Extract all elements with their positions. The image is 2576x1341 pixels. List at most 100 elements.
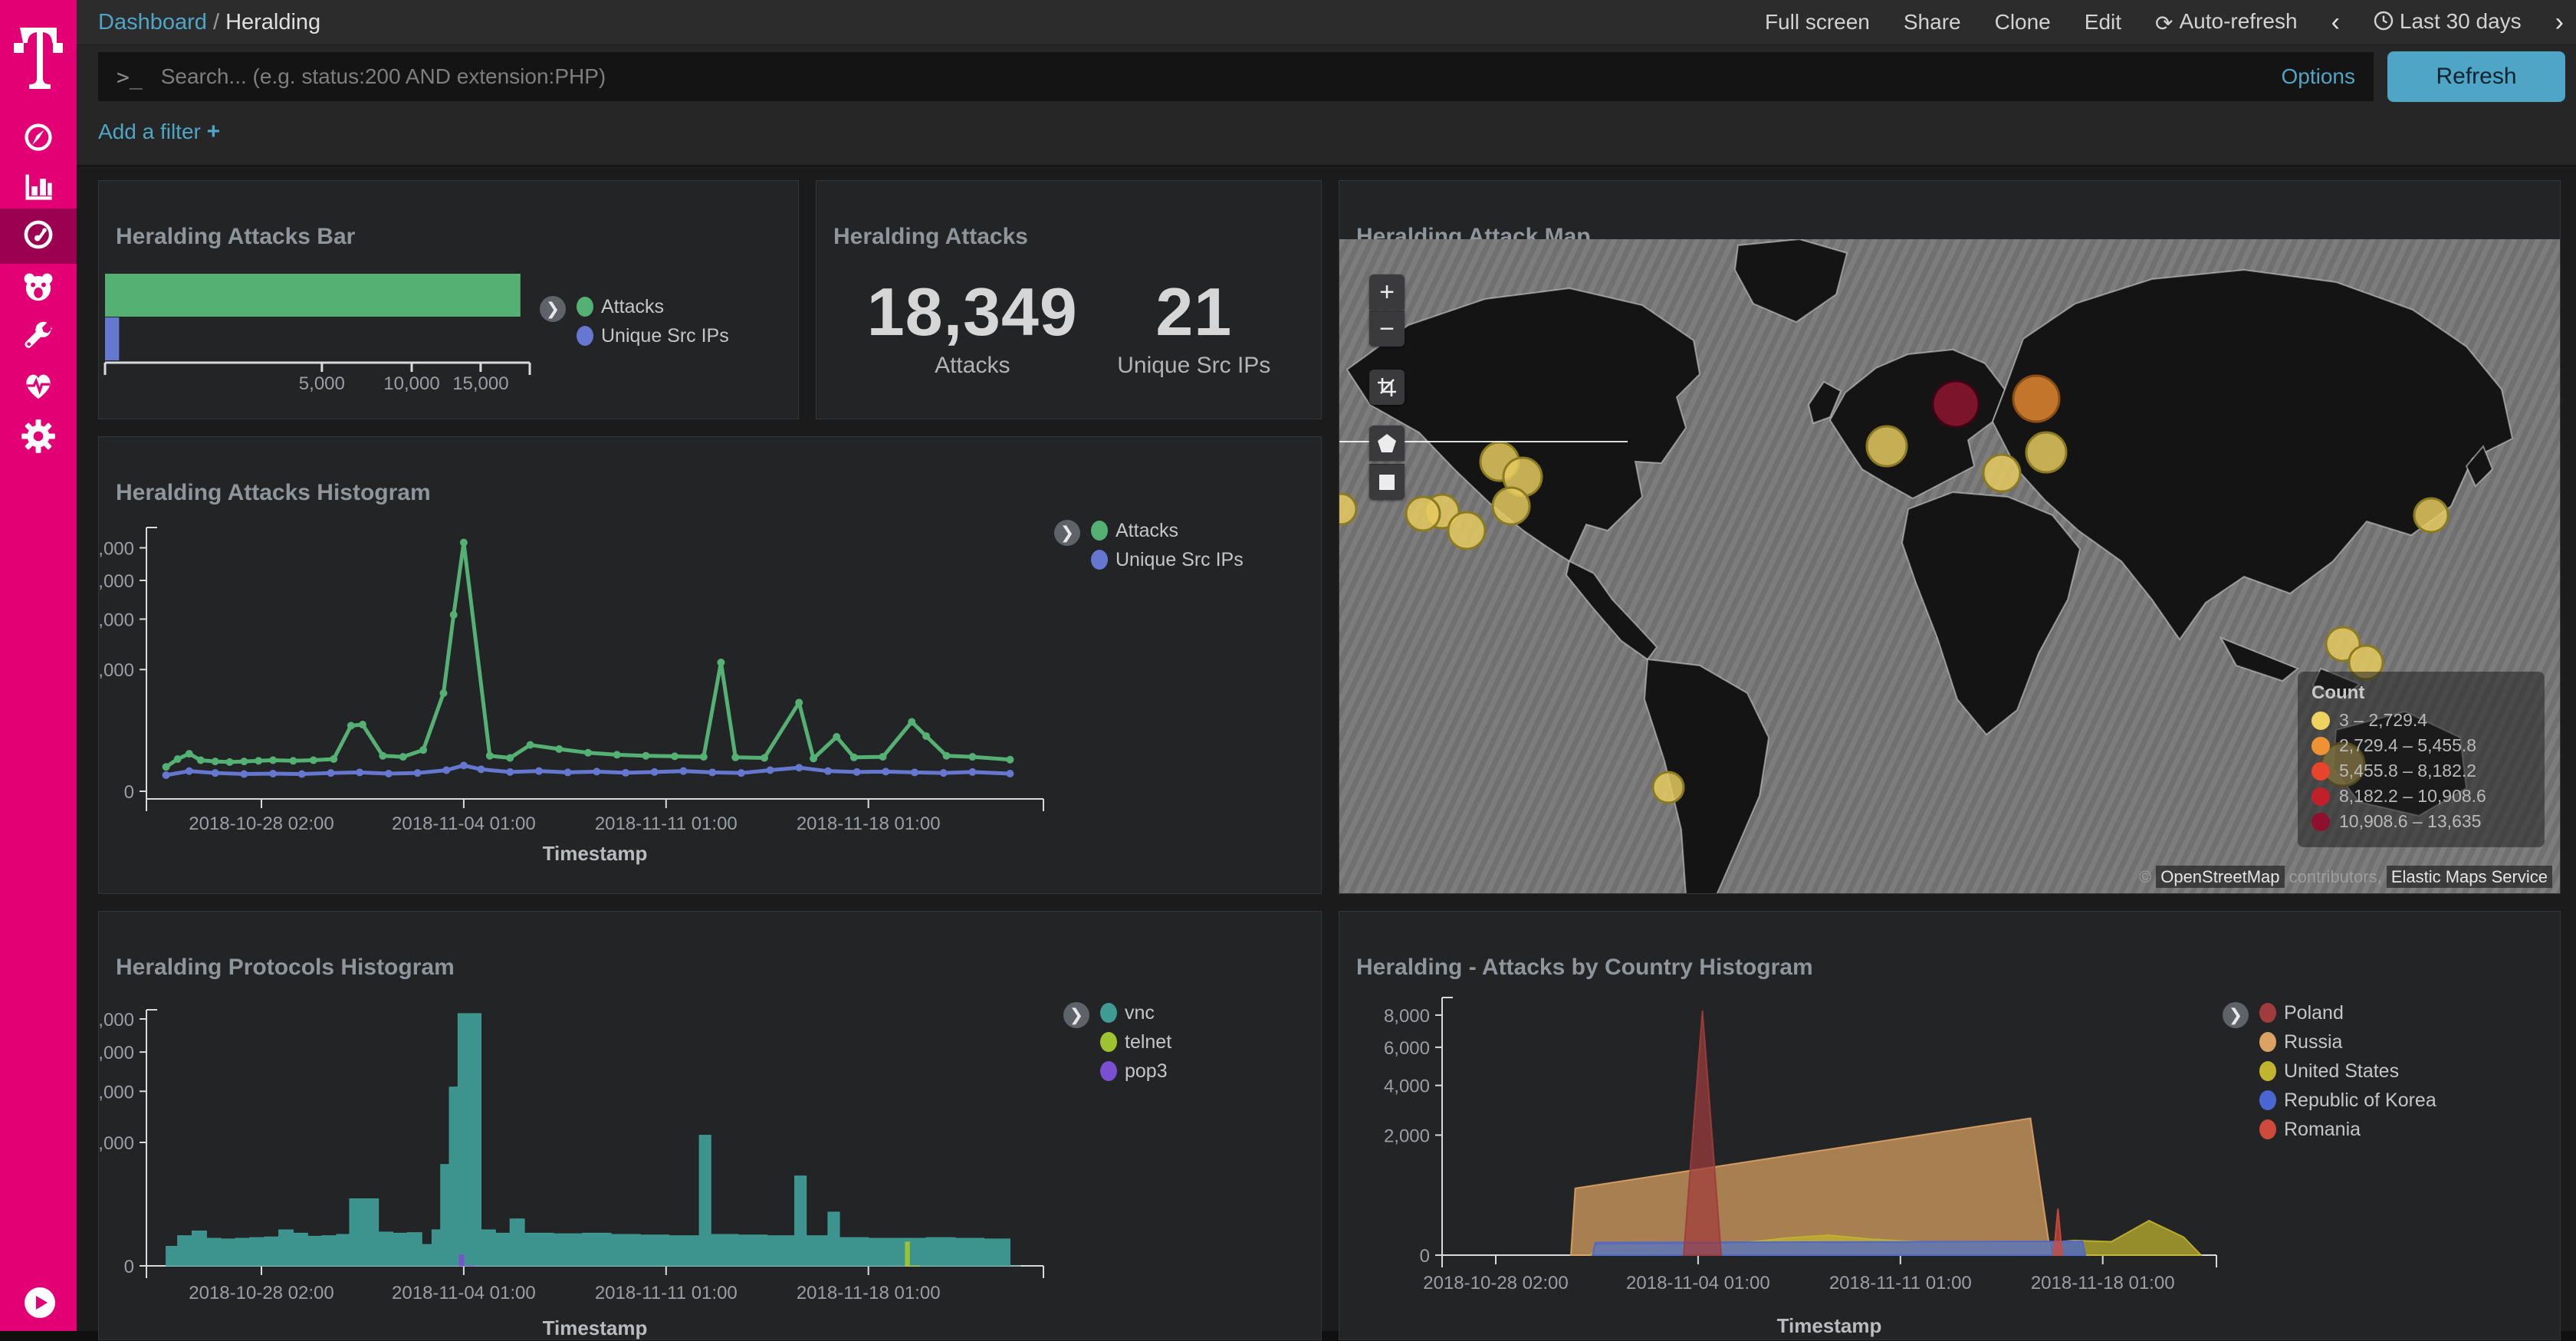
attack-location-circle[interactable] [2026, 432, 2066, 472]
search-input[interactable] [159, 64, 2268, 90]
legend-item[interactable]: Poland [2259, 1002, 2436, 1024]
gear-icon [21, 419, 56, 458]
svg-text:10,000: 10,000 [383, 373, 439, 394]
time-range-picker[interactable]: Last 30 days [2374, 9, 2522, 36]
polygon-icon [1377, 433, 1397, 453]
add-filter-link[interactable]: Add a filter + [98, 120, 220, 143]
legend-item[interactable]: pop3 [1100, 1060, 1171, 1082]
breadcrumb-dashboard-link[interactable]: Dashboard [98, 10, 207, 35]
svg-text:6,000: 6,000 [99, 1043, 134, 1063]
panel-title: Heralding Attacks Histogram [116, 480, 431, 506]
svg-text:4,000: 4,000 [99, 610, 134, 630]
legend-label: Republic of Korea [2284, 1090, 2436, 1112]
query-prompt-icon: >_ [117, 64, 143, 90]
panel-title: Heralding Protocols Histogram [116, 955, 455, 981]
bear-icon [21, 270, 56, 309]
sidebar-item-dashboard[interactable] [0, 209, 77, 264]
time-back-chevron[interactable]: ‹ [2331, 8, 2340, 38]
crop-icon [1377, 377, 1397, 397]
panel-attacks-metric: Heralding Attacks 18,349 Attacks 21 Uniq… [816, 180, 1322, 419]
legend-item[interactable]: Attacks [577, 296, 729, 317]
attack-location-circle[interactable] [1867, 426, 1907, 466]
svg-text:2018-11-04 01:00: 2018-11-04 01:00 [392, 813, 536, 834]
svg-text:4,000: 4,000 [1384, 1076, 1430, 1097]
ems-link[interactable]: Elastic Maps Service [2387, 866, 2552, 888]
attack-location-circle[interactable] [1653, 772, 1684, 803]
sidebar-item-visualize[interactable] [0, 163, 77, 213]
map-draw-polygon-button[interactable] [1369, 426, 1405, 461]
map-crop-tool-button[interactable] [1369, 370, 1405, 405]
legend-item[interactable]: United States [2259, 1060, 2436, 1082]
legend-toggle-chevron[interactable]: ❯ [1054, 520, 1080, 546]
rectangle-icon [1378, 473, 1396, 491]
svg-text:8,000: 8,000 [1384, 1006, 1430, 1027]
sidebar-item-honeypot[interactable] [0, 264, 77, 314]
chart-legend: ❯ vnc telnet pop3 [1063, 1002, 1171, 1082]
attack-location-circle[interactable] [2414, 498, 2448, 532]
svg-text:2018-11-18 01:00: 2018-11-18 01:00 [797, 1283, 941, 1303]
sidebar-item-dev-tools[interactable] [0, 313, 77, 363]
world-map[interactable]: + − Count 3 – 2,729.42,729.4 – 5,455.85,… [1339, 239, 2560, 893]
plus-icon: + [207, 119, 221, 144]
heartbeat-icon [21, 368, 56, 407]
legend-label: Attacks [601, 296, 664, 318]
legend-item[interactable]: Unique Src IPs [1091, 549, 1244, 570]
attack-location-circle[interactable] [1983, 455, 2020, 491]
legend-toggle-chevron[interactable]: ❯ [1063, 1002, 1089, 1028]
share-button[interactable]: Share [1904, 10, 1961, 35]
play-icon [34, 1295, 49, 1310]
options-link[interactable]: Options [2282, 64, 2356, 89]
attack-location-circle[interactable] [1933, 381, 1979, 427]
attack-location-circle[interactable] [1339, 494, 1356, 524]
legend-item[interactable]: Russia [2259, 1031, 2436, 1053]
legend-item[interactable]: Republic of Korea [2259, 1090, 2436, 1111]
legend-item[interactable]: Attacks [1091, 520, 1244, 541]
telekom-logo[interactable] [0, 14, 77, 98]
legend-toggle-chevron[interactable]: ❯ [540, 296, 566, 322]
edit-button[interactable]: Edit [2085, 10, 2121, 35]
legend-toggle-chevron[interactable]: ❯ [2223, 1002, 2249, 1028]
refresh-button[interactable]: Refresh [2387, 51, 2565, 102]
attack-location-circle[interactable] [1493, 488, 1530, 524]
svg-text:2018-10-28 02:00: 2018-10-28 02:00 [189, 813, 334, 834]
map-zoom-in-button[interactable]: + [1369, 274, 1405, 310]
attack-location-circle[interactable] [1448, 512, 1485, 549]
attack-location-circle[interactable] [1406, 497, 1440, 531]
clone-button[interactable]: Clone [1995, 10, 2051, 35]
legend-item[interactable]: Romania [2259, 1119, 2436, 1140]
attack-location-circle[interactable] [2013, 376, 2059, 422]
legend-color-dot [577, 326, 593, 346]
map-legend-item: 10,908.6 – 13,635 [2312, 811, 2531, 832]
sidebar-item-monitoring[interactable] [0, 362, 77, 412]
svg-text:Timestamp: Timestamp [543, 842, 648, 865]
map-legend-label: 5,455.8 – 8,182.2 [2339, 761, 2476, 781]
sidebar-item-discover[interactable] [0, 113, 77, 164]
legend-item[interactable]: telnet [1100, 1031, 1171, 1053]
sidebar-item-management[interactable] [0, 412, 77, 463]
chart-legend: ❯ Attacks Unique Src IPs [1054, 520, 1244, 570]
osm-link[interactable]: OpenStreetMap [2156, 866, 2284, 888]
full-screen-button[interactable]: Full screen [1765, 10, 1870, 35]
panel-attack-map: Heralding Attack Map [1339, 180, 2561, 894]
kibana-dashboard: Dashboard / Heralding Full screen Share … [0, 0, 2576, 1331]
search-box: >_ Options [98, 52, 2374, 101]
gauge-icon [21, 217, 56, 256]
wrench-icon [21, 320, 55, 357]
svg-text:2,000: 2,000 [99, 660, 134, 681]
refresh-cycle-icon: ⟳ [2155, 11, 2173, 36]
svg-text:2018-11-04 01:00: 2018-11-04 01:00 [392, 1283, 536, 1303]
map-legend-item: 3 – 2,729.4 [2312, 710, 2531, 731]
metric-unique-src-ips: 21 Unique Src IPs [1117, 273, 1270, 379]
legend-item[interactable]: vnc [1100, 1002, 1171, 1024]
breadcrumb-separator: / [213, 10, 225, 35]
panel-title: Heralding Attacks [833, 224, 1028, 250]
time-forward-chevron[interactable]: › [2555, 8, 2564, 38]
map-draw-rectangle-button[interactable] [1369, 464, 1405, 500]
legend-label: telnet [1125, 1031, 1171, 1053]
sidebar-expand-button[interactable] [25, 1287, 55, 1318]
legend-label: Poland [2284, 1002, 2344, 1024]
auto-refresh-button[interactable]: ⟳Auto-refresh [2155, 9, 2298, 36]
legend-item[interactable]: Unique Src IPs [577, 325, 729, 347]
legend-color-dot [1100, 1032, 1117, 1052]
map-zoom-out-button[interactable]: − [1369, 311, 1405, 347]
